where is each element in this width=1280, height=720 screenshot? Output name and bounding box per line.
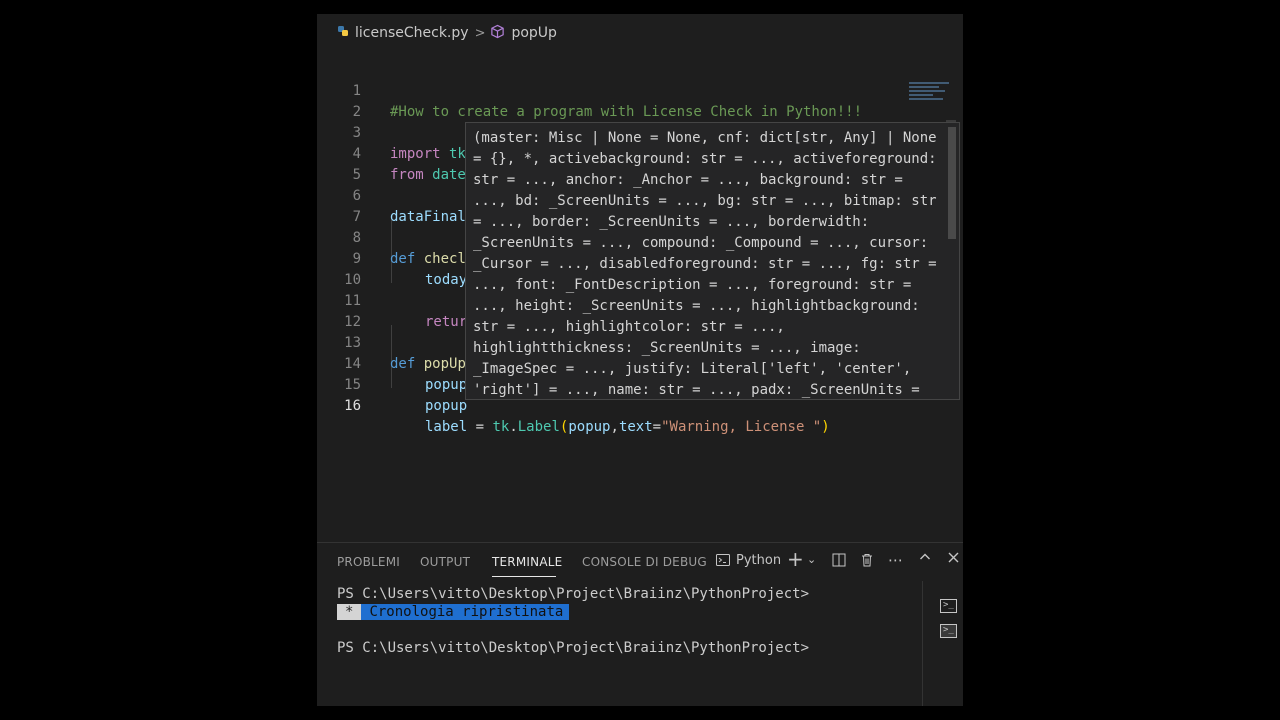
breadcrumb-symbol[interactable]: popUp [511, 25, 556, 41]
code-line-5: 5 [352, 167, 361, 183]
breadcrumb: licenseCheck.py > popUp [317, 14, 963, 52]
tab-output[interactable]: OUTPUT [420, 555, 470, 569]
cube-icon [490, 24, 505, 43]
terminal-prompt: PS C:\Users\vitto\Desktop\Project\Braiin… [337, 586, 810, 602]
vscode-window: licenseCheck.py > popUp 1 #How to create… [317, 14, 963, 706]
tab-terminale[interactable]: TERMINALE [492, 555, 562, 569]
code-editor[interactable]: 1 #How to create a program with License … [317, 52, 963, 542]
tab-problemi[interactable]: PROBLEMI [337, 555, 400, 569]
chevron-down-icon[interactable]: ⌄ [807, 553, 816, 566]
minimap[interactable] [909, 82, 951, 110]
code-line-12: 12 [344, 314, 361, 330]
bottom-panel: PROBLEMI OUTPUT TERMINALE CONSOLE DI DEB… [317, 542, 963, 706]
breadcrumb-separator: > [474, 25, 486, 41]
tab-console-di-debug[interactable]: CONSOLE DI DEBUG [582, 555, 707, 569]
active-tab-indicator [492, 576, 556, 577]
split-icon[interactable] [831, 552, 847, 572]
plus-icon[interactable]: + [787, 547, 804, 571]
terminal-prompt: PS C:\Users\vitto\Desktop\Project\Braiin… [337, 640, 810, 656]
more-icon[interactable]: ⋯ [888, 551, 903, 569]
code-line-10: 10 [344, 272, 361, 288]
code-line-8: 8 def checl [352, 230, 466, 267]
tooltip-scrollbar[interactable] [948, 127, 956, 239]
code-line-14: 14 popup [344, 356, 468, 393]
code-line-4: 4 from date [352, 146, 466, 183]
code-line-1: 1 #How to create a program with License … [352, 83, 863, 120]
breadcrumb-file[interactable]: licenseCheck.py [355, 25, 469, 41]
code-line-13: 13 def popUp [344, 335, 466, 372]
history-restored-line: * Cronologia ripristinata [337, 602, 570, 622]
trash-icon[interactable] [859, 552, 875, 572]
code-line-16: 16 label = tk.Label(popup,text="Warning,… [344, 398, 830, 435]
signature-help-tooltip[interactable]: (master: Misc | None = None, cnf: dict[s… [465, 122, 960, 400]
python-icon [337, 25, 349, 41]
code-line-7: 7 [352, 209, 361, 225]
code-line-6: 6 dataFinal [352, 188, 466, 225]
terminal-instance-icon[interactable]: >_ [940, 599, 957, 613]
chevron-up-icon[interactable] [918, 550, 932, 568]
close-icon[interactable] [947, 550, 960, 568]
code-line-2: 2 [352, 104, 361, 120]
terminal-icon[interactable] [715, 552, 731, 572]
code-line-15: 15 popup [344, 377, 468, 414]
code-line-9: 9 today [352, 251, 468, 288]
shell-selector[interactable]: Python [736, 553, 781, 568]
panel-tabs: PROBLEMI OUTPUT TERMINALE CONSOLE DI DEB… [317, 543, 963, 581]
code-line-3: 3 import tk [352, 125, 466, 162]
terminal-list-divider [922, 581, 923, 706]
code-line-11: 11 retur [344, 293, 468, 330]
terminal-instance-icon[interactable]: >_ [940, 624, 957, 638]
